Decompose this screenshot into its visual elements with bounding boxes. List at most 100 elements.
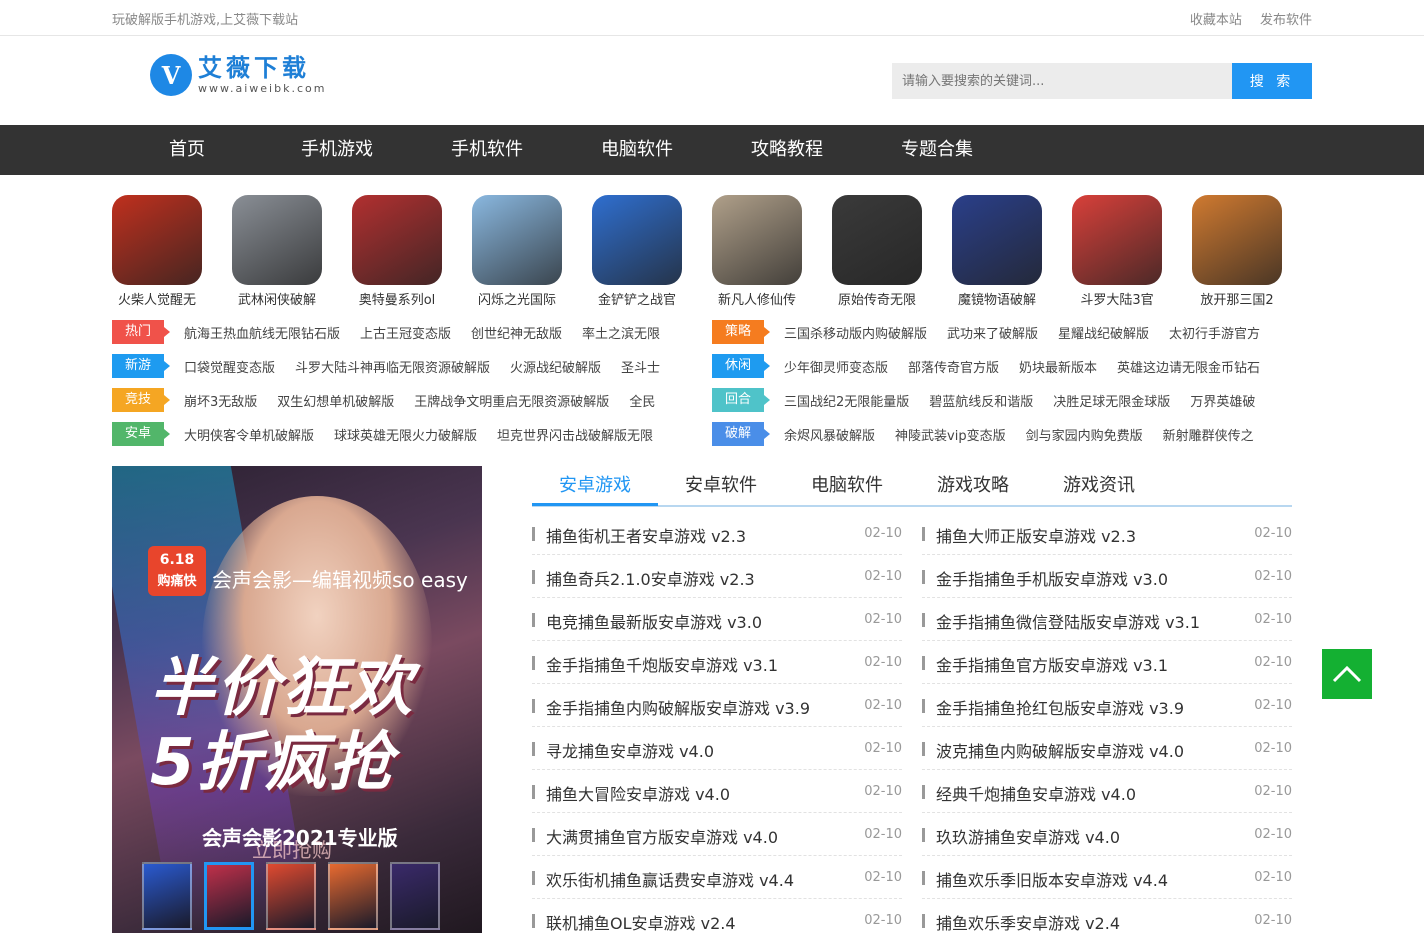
list-item[interactable]: 欢乐街机捕鱼赢话费安卓游戏 v4.4 02-10 [532,856,902,899]
banner-thumbnail[interactable] [266,862,316,930]
tag-link[interactable]: 上古王冠变态版 [360,323,451,342]
tag-category-label[interactable]: 破解 [712,422,764,446]
list-item-title[interactable]: 捕鱼奇兵2.1.0安卓游戏 v2.3 [546,566,755,590]
tag-category-label[interactable]: 回合 [712,388,764,412]
tag-link[interactable]: 王牌战争文明重启无限资源破解版 [414,391,609,410]
list-item-title[interactable]: 玖玖游捕鱼安卓游戏 v4.0 [936,824,1120,848]
list-item-title[interactable]: 金手指捕鱼官方版安卓游戏 v3.1 [936,652,1168,676]
tag-link[interactable]: 大明侠客令单机破解版 [184,425,314,444]
content-tab[interactable]: 游戏攻略 [910,466,1036,506]
search-button[interactable]: 搜 索 [1232,63,1312,99]
tag-link[interactable]: 崩坏3无敌版 [184,391,257,410]
tag-link[interactable]: 三国杀移动版内购破解版 [784,323,927,342]
tag-link[interactable]: 航海王热血航线无限钻石版 [184,323,340,342]
banner-thumbnail[interactable] [204,862,254,930]
tag-category-label[interactable]: 安卓 [112,422,164,446]
tag-link[interactable]: 圣斗士 [621,357,660,376]
list-item[interactable]: 金手指捕鱼内购破解版安卓游戏 v3.9 02-10 [532,684,902,727]
list-item-title[interactable]: 联机捕鱼OL安卓游戏 v2.4 [546,910,736,933]
list-item-title[interactable]: 大满贯捕鱼官方版安卓游戏 v4.0 [546,824,778,848]
promo-banner[interactable]: 6.18 购痛快 会声会影—编辑视频so easy 半价狂欢 5折疯抢 立即抢购… [112,466,482,933]
list-item[interactable]: 捕鱼大冒险安卓游戏 v4.0 02-10 [532,770,902,813]
list-item-title[interactable]: 寻龙捕鱼安卓游戏 v4.0 [546,738,714,762]
list-item[interactable]: 金手指捕鱼官方版安卓游戏 v3.1 02-10 [922,641,1292,684]
tag-link[interactable]: 奶块最新版本 [1019,357,1097,376]
tag-category-label[interactable]: 新游 [112,354,164,378]
tag-category-label[interactable]: 热门 [112,320,164,344]
tag-link[interactable]: 少年御灵师变态版 [784,357,888,376]
list-item[interactable]: 捕鱼奇兵2.1.0安卓游戏 v2.3 02-10 [532,555,902,598]
tag-link[interactable]: 部落传奇官方版 [908,357,999,376]
site-logo[interactable]: V 艾薇下载 www.aiweibk.com [150,54,326,96]
list-item[interactable]: 金手指捕鱼千炮版安卓游戏 v3.1 02-10 [532,641,902,684]
tag-link[interactable]: 坦克世界闪击战破解版无限 [497,425,653,444]
list-item-title[interactable]: 金手指捕鱼抢红包版安卓游戏 v3.9 [936,695,1184,719]
list-item-title[interactable]: 捕鱼欢乐季安卓游戏 v2.4 [936,910,1120,933]
tag-link[interactable]: 碧蓝航线反和谐版 [929,391,1033,410]
list-item[interactable]: 波克捕鱼内购破解版安卓游戏 v4.0 02-10 [922,727,1292,770]
banner-thumbnail[interactable] [328,862,378,930]
list-item-title[interactable]: 金手指捕鱼微信登陆版安卓游戏 v3.1 [936,609,1200,633]
list-item-title[interactable]: 捕鱼大师正版安卓游戏 v2.3 [936,523,1136,547]
back-to-top-button[interactable] [1322,649,1372,699]
list-item-title[interactable]: 欢乐街机捕鱼赢话费安卓游戏 v4.4 [546,867,794,891]
banner-thumbnail[interactable] [142,862,192,930]
tag-link[interactable]: 剑与家园内购免费版 [1026,425,1143,444]
list-item[interactable]: 捕鱼欢乐季旧版本安卓游戏 v4.4 02-10 [922,856,1292,899]
tag-link[interactable]: 三国战纪2无限能量版 [784,391,909,410]
tag-link[interactable]: 火源战纪破解版 [510,357,601,376]
nav-item-mobile-software[interactable]: 手机软件 [451,125,523,175]
nav-item-topics[interactable]: 专题合集 [901,125,973,175]
tag-link[interactable]: 星耀战纪破解版 [1058,323,1149,342]
tag-link[interactable]: 率土之滨无限 [582,323,660,342]
list-item-title[interactable]: 金手指捕鱼千炮版安卓游戏 v3.1 [546,652,778,676]
list-item[interactable]: 联机捕鱼OL安卓游戏 v2.4 02-10 [532,899,902,933]
list-item[interactable]: 电竞捕鱼最新版安卓游戏 v3.0 02-10 [532,598,902,641]
list-item[interactable]: 玖玖游捕鱼安卓游戏 v4.0 02-10 [922,813,1292,856]
tag-link[interactable]: 太初行手游官方 [1169,323,1260,342]
tag-category-label[interactable]: 策略 [712,320,764,344]
tag-link[interactable]: 余烬风暴破解版 [784,425,875,444]
list-item[interactable]: 捕鱼大师正版安卓游戏 v2.3 02-10 [922,512,1292,555]
list-item-title[interactable]: 经典千炮捕鱼安卓游戏 v4.0 [936,781,1136,805]
content-tab[interactable]: 游戏资讯 [1036,466,1162,506]
tag-link[interactable]: 万界英雄破 [1190,391,1255,410]
list-item[interactable]: 捕鱼街机王者安卓游戏 v2.3 02-10 [532,512,902,555]
tag-link[interactable]: 全民 [629,391,655,410]
tag-link[interactable]: 球球英雄无限火力破解版 [334,425,477,444]
publish-software-link[interactable]: 发布软件 [1260,13,1312,28]
app-icon-item[interactable]: 武林闲侠破解 [232,195,322,308]
list-item[interactable]: 寻龙捕鱼安卓游戏 v4.0 02-10 [532,727,902,770]
app-icon-item[interactable]: 原始传奇无限 [832,195,922,308]
banner-thumbnail[interactable] [390,862,440,930]
bookmark-link[interactable]: 收藏本站 [1190,13,1242,28]
nav-item-home[interactable]: 首页 [169,125,205,175]
list-item-title[interactable]: 捕鱼大冒险安卓游戏 v4.0 [546,781,730,805]
tag-link[interactable]: 双生幻想单机破解版 [277,391,394,410]
search-input[interactable] [892,63,1232,99]
list-item-title[interactable]: 电竞捕鱼最新版安卓游戏 v3.0 [546,609,762,633]
tag-link[interactable]: 口袋觉醒变态版 [184,357,275,376]
tag-link[interactable]: 斗罗大陆斗神再临无限资源破解版 [295,357,490,376]
app-icon-item[interactable]: 闪烁之光国际 [472,195,562,308]
list-item[interactable]: 金手指捕鱼微信登陆版安卓游戏 v3.1 02-10 [922,598,1292,641]
list-item-title[interactable]: 金手指捕鱼手机版安卓游戏 v3.0 [936,566,1168,590]
tag-link[interactable]: 决胜足球无限金球版 [1053,391,1170,410]
tag-link[interactable]: 神陵武装vip变态版 [895,425,1006,444]
app-icon-item[interactable]: 火柴人觉醒无 [112,195,202,308]
content-tab[interactable]: 电脑软件 [784,466,910,506]
list-item[interactable]: 金手指捕鱼抢红包版安卓游戏 v3.9 02-10 [922,684,1292,727]
app-icon-item[interactable]: 放开那三国2 [1192,195,1282,308]
tag-category-label[interactable]: 竞技 [112,388,164,412]
list-item-title[interactable]: 捕鱼欢乐季旧版本安卓游戏 v4.4 [936,867,1168,891]
list-item[interactable]: 捕鱼欢乐季安卓游戏 v2.4 02-10 [922,899,1292,933]
app-icon-item[interactable]: 斗罗大陆3官 [1072,195,1162,308]
nav-item-guides[interactable]: 攻略教程 [751,125,823,175]
app-icon-item[interactable]: 奥特曼系列ol [352,195,442,308]
tag-link[interactable]: 武功来了破解版 [947,323,1038,342]
list-item-title[interactable]: 波克捕鱼内购破解版安卓游戏 v4.0 [936,738,1184,762]
list-item[interactable]: 经典千炮捕鱼安卓游戏 v4.0 02-10 [922,770,1292,813]
app-icon-item[interactable]: 魔镜物语破解 [952,195,1042,308]
list-item[interactable]: 金手指捕鱼手机版安卓游戏 v3.0 02-10 [922,555,1292,598]
list-item-title[interactable]: 捕鱼街机王者安卓游戏 v2.3 [546,523,746,547]
